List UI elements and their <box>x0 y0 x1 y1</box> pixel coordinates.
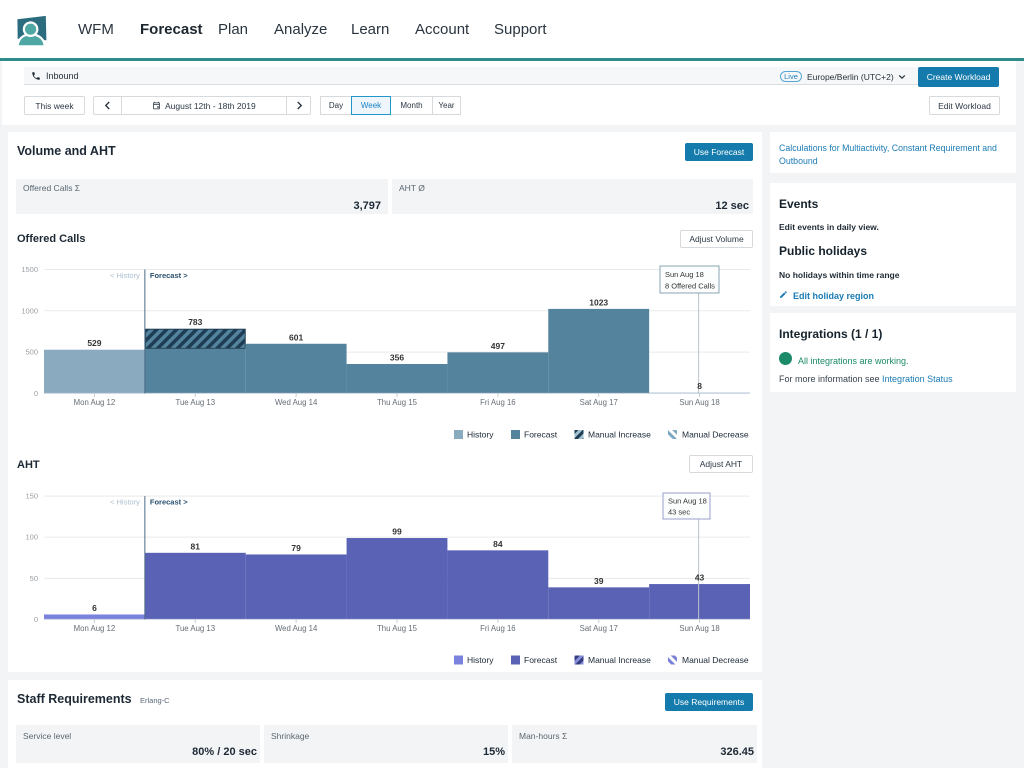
svg-text:497: 497 <box>491 341 505 351</box>
svg-text:Wed Aug 14: Wed Aug 14 <box>275 624 318 633</box>
svg-text:601: 601 <box>289 332 303 342</box>
svg-text:6: 6 <box>92 603 97 613</box>
svg-text:Forecast: Forecast <box>524 655 558 665</box>
svg-text:1023: 1023 <box>589 297 608 307</box>
svg-text:Tue Aug 13: Tue Aug 13 <box>175 398 215 407</box>
svg-text:Sun Aug 18: Sun Aug 18 <box>679 398 719 407</box>
svg-text:0: 0 <box>34 389 38 398</box>
svg-text:Mon Aug 12: Mon Aug 12 <box>74 398 116 407</box>
svg-text:8 Offered Calls: 8 Offered Calls <box>665 282 715 291</box>
svg-text:Thu Aug 15: Thu Aug 15 <box>377 624 418 633</box>
svg-text:Thu Aug 15: Thu Aug 15 <box>377 398 418 407</box>
svg-text:150: 150 <box>25 492 38 501</box>
svg-text:1500: 1500 <box>21 265 38 274</box>
svg-text:Manual Decrease: Manual Decrease <box>682 430 749 440</box>
svg-text:783: 783 <box>188 317 202 327</box>
svg-text:Forecast: Forecast <box>524 430 558 440</box>
svg-text:Sun Aug 18: Sun Aug 18 <box>668 497 707 506</box>
svg-text:0: 0 <box>34 615 38 624</box>
svg-text:81: 81 <box>191 541 201 551</box>
svg-text:50: 50 <box>30 574 38 583</box>
svg-text:Sun Aug 18: Sun Aug 18 <box>665 270 704 279</box>
svg-text:356: 356 <box>390 352 404 362</box>
svg-text:Tue Aug 13: Tue Aug 13 <box>175 624 215 633</box>
svg-text:< History: < History <box>110 498 140 507</box>
svg-text:43: 43 <box>695 573 705 583</box>
svg-text:Sat Aug 17: Sat Aug 17 <box>580 398 618 407</box>
svg-text:529: 529 <box>87 338 101 348</box>
svg-text:500: 500 <box>25 348 38 357</box>
svg-text:79: 79 <box>291 543 301 553</box>
svg-text:99: 99 <box>392 527 402 537</box>
svg-text:100: 100 <box>25 533 38 542</box>
svg-text:Fri Aug 16: Fri Aug 16 <box>480 398 516 407</box>
svg-text:< History: < History <box>110 271 140 280</box>
svg-text:Sat Aug 17: Sat Aug 17 <box>580 624 618 633</box>
svg-text:8: 8 <box>697 381 702 391</box>
svg-text:Forecast >: Forecast > <box>150 498 188 507</box>
svg-text:Wed Aug 14: Wed Aug 14 <box>275 398 318 407</box>
svg-text:43 sec: 43 sec <box>668 508 690 517</box>
svg-text:Fri Aug 16: Fri Aug 16 <box>480 624 516 633</box>
svg-text:Forecast >: Forecast > <box>150 271 188 280</box>
svg-text:Sun Aug 18: Sun Aug 18 <box>679 624 719 633</box>
svg-text:Mon Aug 12: Mon Aug 12 <box>74 624 116 633</box>
svg-text:Manual Increase: Manual Increase <box>588 655 651 665</box>
svg-text:History: History <box>467 430 494 440</box>
svg-text:History: History <box>467 655 494 665</box>
svg-text:84: 84 <box>493 539 503 549</box>
svg-text:1000: 1000 <box>21 306 38 315</box>
svg-text:Manual Decrease: Manual Decrease <box>682 655 749 665</box>
svg-text:39: 39 <box>594 576 604 586</box>
svg-text:Manual Increase: Manual Increase <box>588 430 651 440</box>
